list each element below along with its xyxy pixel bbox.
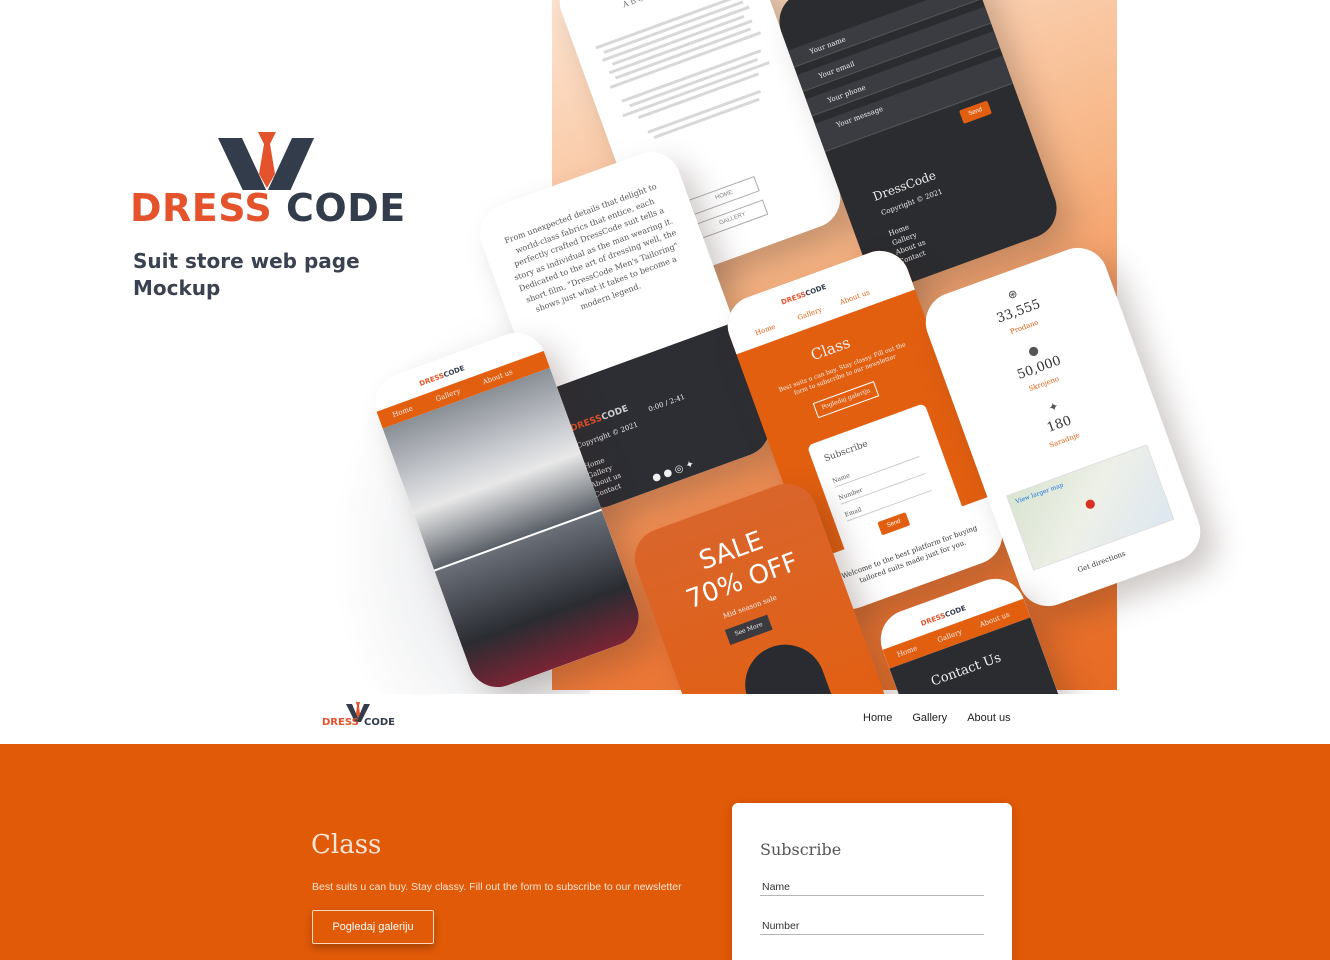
stat-handshake-icon: ✦: [1046, 398, 1061, 416]
class-mock-title: Class: [808, 333, 853, 365]
stat-partners-value: 180: [1045, 413, 1074, 436]
map-pin-icon: ●: [1082, 495, 1098, 512]
tagline: Suit store web page Mockup: [133, 249, 360, 300]
get-directions-button[interactable]: Get directions: [1076, 549, 1127, 576]
contact2-nav-home[interactable]: Home: [896, 643, 919, 660]
class-subscribe-title: Subscribe: [822, 439, 870, 465]
section-description: Best suits u can buy. Stay classy. Fill …: [312, 881, 682, 893]
navbar-logo-dress: DRESS: [322, 717, 359, 728]
name-field[interactable]: [760, 881, 984, 896]
story-text: From unexpected details that delight to …: [503, 181, 680, 314]
navbar-links: Home Gallery About us: [863, 712, 1031, 724]
view-gallery-button[interactable]: Pogledaj galeriju: [312, 910, 434, 944]
sale-headline: SALE 70% OFF: [655, 510, 818, 621]
story-audio-time: 0:00 / 2:41: [647, 392, 687, 414]
class-logo: DRESSCODE: [780, 282, 828, 307]
nav-link-gallery[interactable]: Gallery: [912, 712, 947, 724]
site-navbar: DRESS CODE Home Gallery About us: [0, 694, 1330, 744]
map-larger-link[interactable]: View larger map: [1014, 481, 1065, 508]
class-nav-about[interactable]: About us: [838, 287, 871, 307]
navbar-logo[interactable]: DRESS CODE: [322, 702, 396, 734]
sale-see-more-button[interactable]: See More: [724, 614, 773, 646]
class-section: Class Best suits u can buy. Stay classy.…: [0, 744, 1330, 960]
brand-logo: DRESS CODE: [130, 130, 405, 230]
number-field[interactable]: [760, 920, 984, 935]
about-text-placeholder: [594, 0, 784, 151]
page: DRESS CODE Suit store web page Mockup AB…: [0, 0, 1330, 960]
contact2-title: Contact Us: [929, 650, 1004, 690]
nav-link-about[interactable]: About us: [967, 712, 1010, 724]
class-nav-home[interactable]: Home: [754, 322, 777, 339]
about-heading: ABOUT US: [621, 0, 682, 10]
subscribe-card: Subscribe: [732, 803, 1012, 960]
contact-send-button[interactable]: Send: [959, 100, 992, 124]
brand-dress-text: DRESS: [130, 186, 273, 230]
nav-link-home[interactable]: Home: [863, 712, 892, 724]
section-title: Class: [311, 830, 382, 860]
logo-v-mark-icon: [218, 132, 314, 190]
class-nav-gallery[interactable]: Gallery: [796, 305, 824, 323]
stat-person-icon: ●: [1025, 342, 1041, 359]
stat-search-dollar-icon: ⊛: [1005, 285, 1020, 303]
navbar-logo-code: CODE: [364, 717, 395, 728]
subscribe-title: Subscribe: [760, 840, 842, 859]
location-map[interactable]: View larger map ●: [1006, 444, 1175, 571]
brand-code-text: CODE: [286, 186, 406, 230]
